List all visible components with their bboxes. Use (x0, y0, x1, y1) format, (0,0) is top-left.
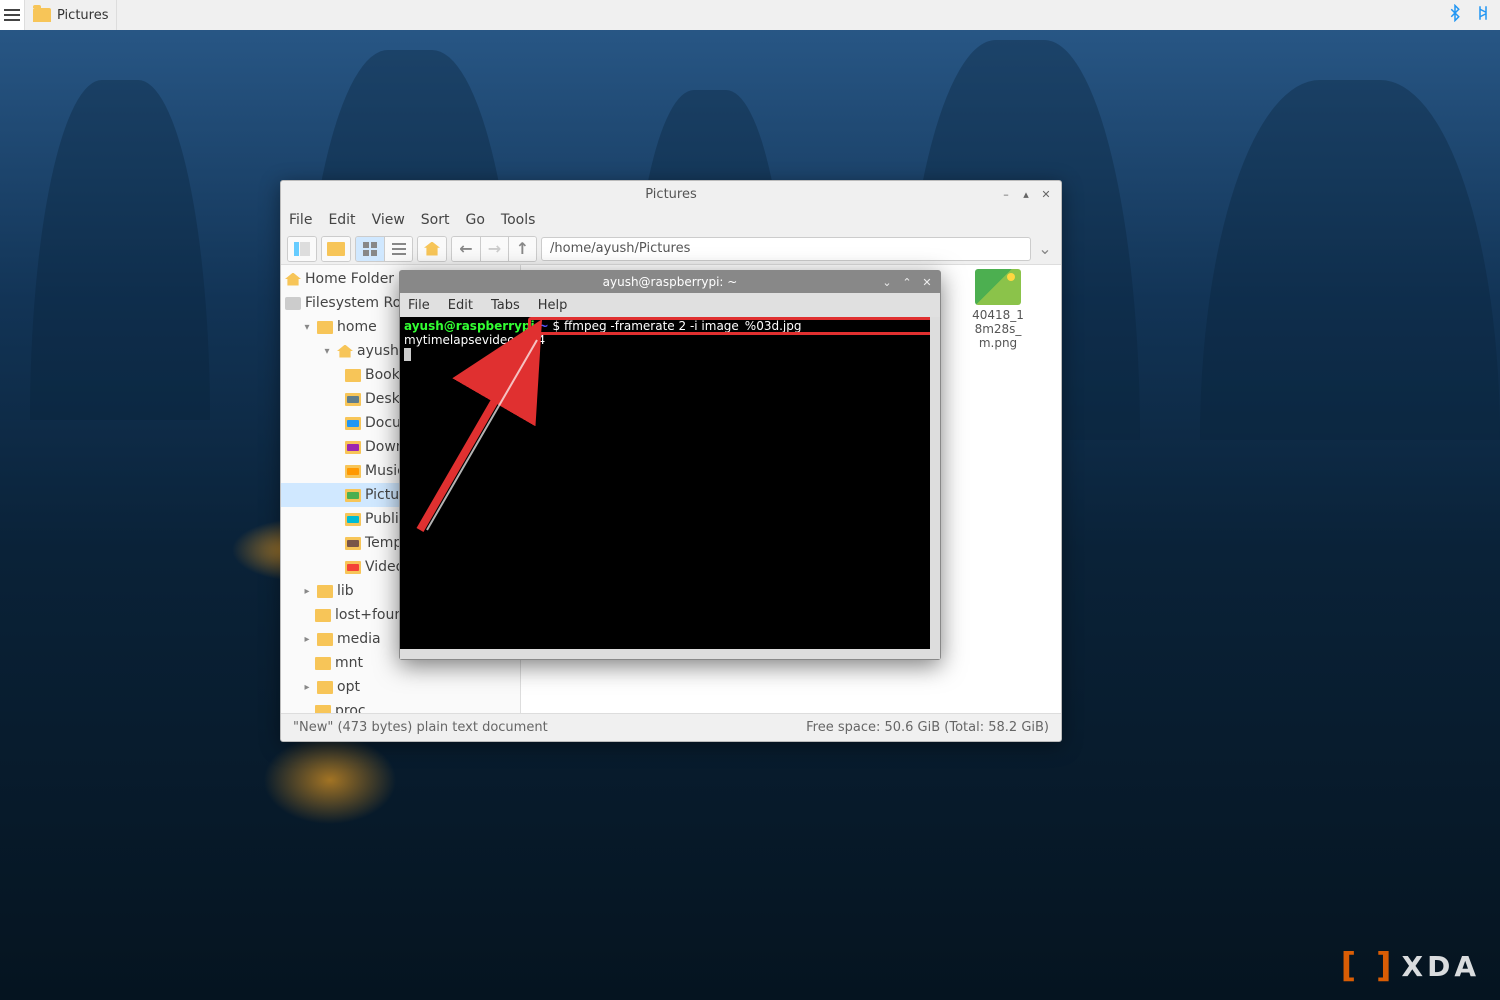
close-button[interactable]: ✕ (1037, 185, 1055, 203)
address-history-button[interactable]: ⌄ (1035, 239, 1055, 258)
terminal-titlebar[interactable]: ayush@raspberrypi: ~ ⌄ ⌃ ✕ (400, 271, 940, 293)
fm-menu-file[interactable]: File (289, 212, 312, 228)
term-menu-edit[interactable]: Edit (448, 298, 473, 313)
terminal-body[interactable]: ayush@raspberrypi:~ $ ffmpeg -framerate … (400, 317, 940, 659)
app-menu-button[interactable] (0, 0, 25, 30)
term-menu-help[interactable]: Help (538, 298, 568, 313)
taskbar-pictures-label: Pictures (57, 8, 108, 23)
fm-titlebar[interactable]: Pictures – ▴ ✕ (281, 181, 1061, 207)
status-left: "New" (473 bytes) plain text document (293, 720, 548, 735)
fm-menu-tools[interactable]: Tools (501, 212, 536, 228)
terminal-close-button[interactable]: ✕ (918, 273, 936, 291)
cursor (404, 348, 411, 361)
system-tray (1438, 4, 1500, 26)
address-bar[interactable]: /home/ayush/Pictures (541, 237, 1031, 261)
fm-toolbar: ← → ↑ /home/ayush/Pictures ⌄ (281, 233, 1061, 265)
term-menu-file[interactable]: File (408, 298, 430, 313)
home-icon (337, 345, 353, 358)
terminal-window: ayush@raspberrypi: ~ ⌄ ⌃ ✕ File Edit Tab… (399, 270, 941, 660)
terminal-title-text: ayush@raspberrypi: ~ (603, 275, 738, 289)
list-view-button[interactable] (384, 237, 412, 261)
xda-watermark: [ ] XDA (1341, 946, 1480, 986)
fm-menu-view[interactable]: View (372, 212, 405, 228)
home-button[interactable] (418, 237, 446, 261)
network-icon[interactable] (1474, 4, 1492, 26)
terminal-minimize-button[interactable]: ⌄ (878, 273, 896, 291)
fm-title-text: Pictures (645, 187, 696, 202)
maximize-button[interactable]: ▴ (1017, 185, 1035, 203)
file-item[interactable]: 40418_1 8m28s_ m.png (943, 269, 1053, 350)
fm-menu-sort[interactable]: Sort (421, 212, 450, 228)
prompt-host: ayush@raspberrypi (404, 319, 535, 333)
new-folder-button[interactable] (322, 237, 350, 261)
disk-icon (285, 297, 301, 310)
terminal-maximize-button[interactable]: ⌃ (898, 273, 916, 291)
fm-menu-edit[interactable]: Edit (328, 212, 355, 228)
home-icon (285, 273, 301, 286)
prompt-path: ~ (539, 319, 549, 333)
terminal-menubar: File Edit Tabs Help (400, 293, 940, 317)
fm-statusbar: "New" (473 bytes) plain text document Fr… (281, 713, 1061, 741)
taskbar-pictures-task[interactable]: Pictures (25, 0, 117, 30)
taskbar: >_ ayush@raspberrypi: ~ Pictures (0, 0, 1500, 30)
back-button[interactable]: ← (452, 237, 480, 261)
up-button[interactable]: ↑ (508, 237, 536, 261)
folder-icon (33, 8, 51, 22)
bracket-icon: [ ] (1341, 946, 1396, 986)
icon-view-button[interactable] (356, 237, 384, 261)
term-menu-tabs[interactable]: Tabs (491, 298, 520, 313)
forward-button[interactable]: → (480, 237, 508, 261)
tree-proc[interactable]: proc (281, 699, 520, 713)
bluetooth-icon[interactable] (1446, 4, 1464, 26)
sidebar-toggle-button[interactable] (288, 237, 316, 261)
image-thumbnail-icon (975, 269, 1021, 305)
fm-menubar: File Edit View Sort Go Tools (281, 207, 1061, 233)
status-right: Free space: 50.6 GiB (Total: 58.2 GiB) (806, 720, 1049, 735)
fm-menu-go[interactable]: Go (466, 212, 485, 228)
minimize-button[interactable]: – (997, 185, 1015, 203)
tree-opt[interactable]: ▸opt (281, 675, 520, 699)
